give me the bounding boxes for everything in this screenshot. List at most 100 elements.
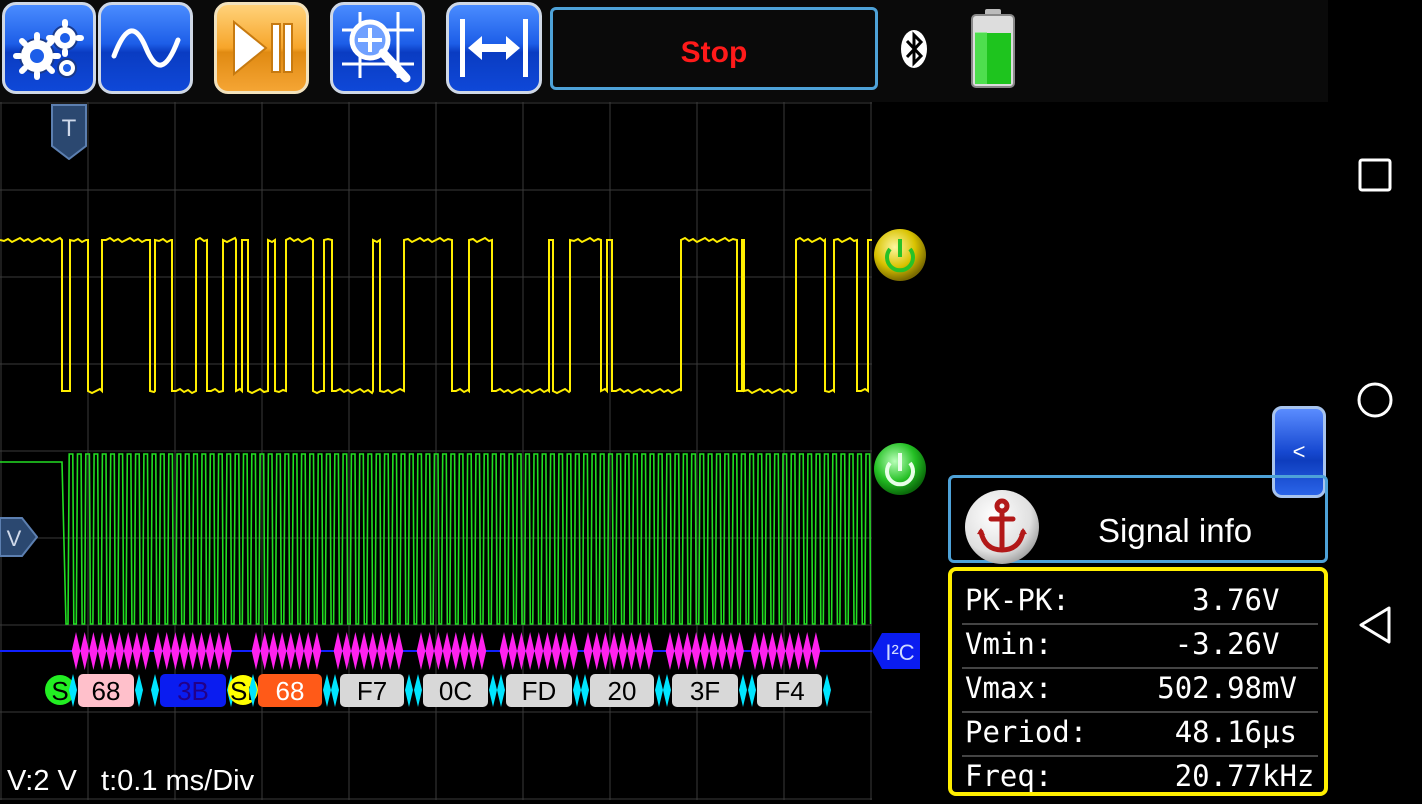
collapse-label: <	[1292, 439, 1306, 464]
play-pause-button[interactable]	[214, 2, 309, 94]
info-row-period: Period: 48.16 μs	[962, 711, 1318, 757]
horizontal-fit-icon	[460, 19, 528, 77]
i2c-bit-marker	[123, 632, 133, 670]
i2c-bit-marker	[394, 632, 404, 670]
i2c-bit-marker	[115, 632, 124, 670]
i2c-bit-marker	[794, 632, 803, 670]
i2c-bit-marker	[583, 632, 593, 670]
i2c-byte-addr-blue: 3B	[151, 674, 235, 707]
info-unit: V	[1262, 627, 1280, 661]
i2c-bit-marker	[251, 632, 261, 670]
oscilloscope-screen[interactable]: S 68 3B Sr 68 F7 0C FD 20 3F F4	[0, 102, 872, 800]
i2c-bit-marker	[665, 632, 675, 670]
i2c-bit-marker	[717, 632, 727, 670]
i2c-byte-label: 20	[608, 676, 637, 706]
time-per-div: t:0.1 ms/Div	[101, 765, 255, 797]
i2c-byte-data: FD	[497, 674, 581, 707]
i2c-bit-marker	[802, 632, 812, 670]
i2c-byte-label: 68	[92, 676, 121, 706]
info-value: 48.16	[1174, 715, 1262, 749]
i2c-byte-label: 3F	[690, 676, 720, 706]
info-row-pkpk: PK-PK: 3.76 V	[962, 579, 1318, 625]
i2c-bit-marker	[460, 632, 469, 670]
i2c-bit-marker	[368, 632, 378, 670]
channel-1-power-button[interactable]	[872, 227, 928, 283]
i2c-bit-marker	[683, 632, 692, 670]
i2c-bit-marker	[162, 632, 171, 670]
i2c-bit-marker	[560, 632, 570, 670]
i2c-byte-data: 20	[581, 674, 663, 707]
home-button[interactable]	[1328, 360, 1422, 440]
i2c-bit-marker	[359, 632, 369, 670]
i2c-bit-marker	[171, 632, 180, 670]
i2c-byte-label: FD	[522, 676, 557, 706]
i2c-bit-marker	[700, 632, 710, 670]
i2c-byte-label: F4	[774, 676, 804, 706]
i2c-byte-label: F7	[357, 676, 387, 706]
system-navbar	[1328, 0, 1422, 800]
i2c-bit-marker	[97, 632, 107, 670]
cursor-measure-button[interactable]	[330, 2, 425, 94]
i2c-bit-marker	[543, 632, 552, 670]
i2c-bit-marker	[468, 632, 478, 670]
back-button[interactable]	[1328, 585, 1422, 665]
i2c-bit-marker	[709, 632, 718, 670]
i2c-bit-marker	[132, 632, 142, 670]
bluetooth-icon	[901, 30, 927, 68]
i2c-bit-marker	[635, 632, 645, 670]
info-unit: μs	[1262, 715, 1297, 749]
i2c-bit-marker	[205, 632, 215, 670]
i2c-bit-marker	[674, 632, 683, 670]
anchor-icon	[965, 490, 1039, 564]
i2c-bit-marker	[592, 632, 601, 670]
i2c-bit-marker	[759, 632, 768, 670]
i2c-byte-label: S	[51, 676, 68, 706]
info-label: Vmax:	[965, 671, 1053, 705]
i2c-byte-data: 3F	[663, 674, 747, 707]
i2c-bit-marker	[442, 632, 452, 670]
recents-icon	[1358, 158, 1392, 192]
i2c-bit-marker	[286, 632, 296, 670]
i2c-byte-data: 0C	[414, 674, 497, 707]
settings-button[interactable]	[2, 2, 96, 94]
gears-icon	[13, 19, 84, 80]
i2c-bit-marker	[425, 632, 434, 670]
i2c-bit-marker	[303, 632, 313, 670]
waveform-button[interactable]	[98, 2, 193, 94]
recents-button[interactable]	[1328, 135, 1422, 215]
i2c-bit-marker	[499, 632, 509, 670]
i2c-bit-marker	[691, 632, 701, 670]
i2c-byte-addr-orange: 68	[249, 674, 331, 707]
i2c-bit-marker	[735, 632, 744, 670]
i2c-byte-label: 0C	[439, 676, 472, 706]
svg-text:I²C: I²C	[885, 640, 914, 665]
channel-2-marker[interactable]: V	[0, 517, 38, 557]
battery-icon	[971, 9, 1015, 88]
i2c-bit-marker	[517, 632, 526, 670]
info-label: Vmin:	[965, 627, 1053, 661]
info-row-vmax: Vmax: 502.98 mV	[962, 667, 1318, 713]
channel-2-power-button[interactable]	[872, 441, 928, 497]
back-icon	[1359, 606, 1391, 644]
info-value: 502.98	[1157, 671, 1262, 705]
i2c-bit-markers	[71, 632, 821, 670]
i2c-bit-marker	[477, 632, 487, 670]
protocol-marker[interactable]: I²C	[872, 632, 922, 670]
signal-info-header[interactable]: Signal info	[948, 475, 1328, 564]
channel-2-trace	[0, 453, 872, 625]
i2c-bit-marker	[223, 632, 232, 670]
i2c-bit-marker	[534, 632, 544, 670]
i2c-bit-marker	[644, 632, 654, 670]
i2c-bit-marker	[416, 632, 426, 670]
info-label: Period:	[965, 715, 1088, 749]
i2c-byte-addr-pink: 68	[69, 674, 143, 707]
info-value: -3.26	[1174, 627, 1262, 661]
run-stop-indicator[interactable]: Stop	[550, 7, 878, 90]
cursor-magnifier-icon	[341, 12, 414, 83]
i2c-bit-marker	[618, 632, 628, 670]
i2c-bit-marker	[377, 632, 386, 670]
i2c-bit-marker	[312, 632, 322, 670]
autoscale-button[interactable]	[446, 2, 542, 94]
i2c-bit-marker	[188, 632, 198, 670]
trigger-marker[interactable]: T	[51, 104, 87, 160]
